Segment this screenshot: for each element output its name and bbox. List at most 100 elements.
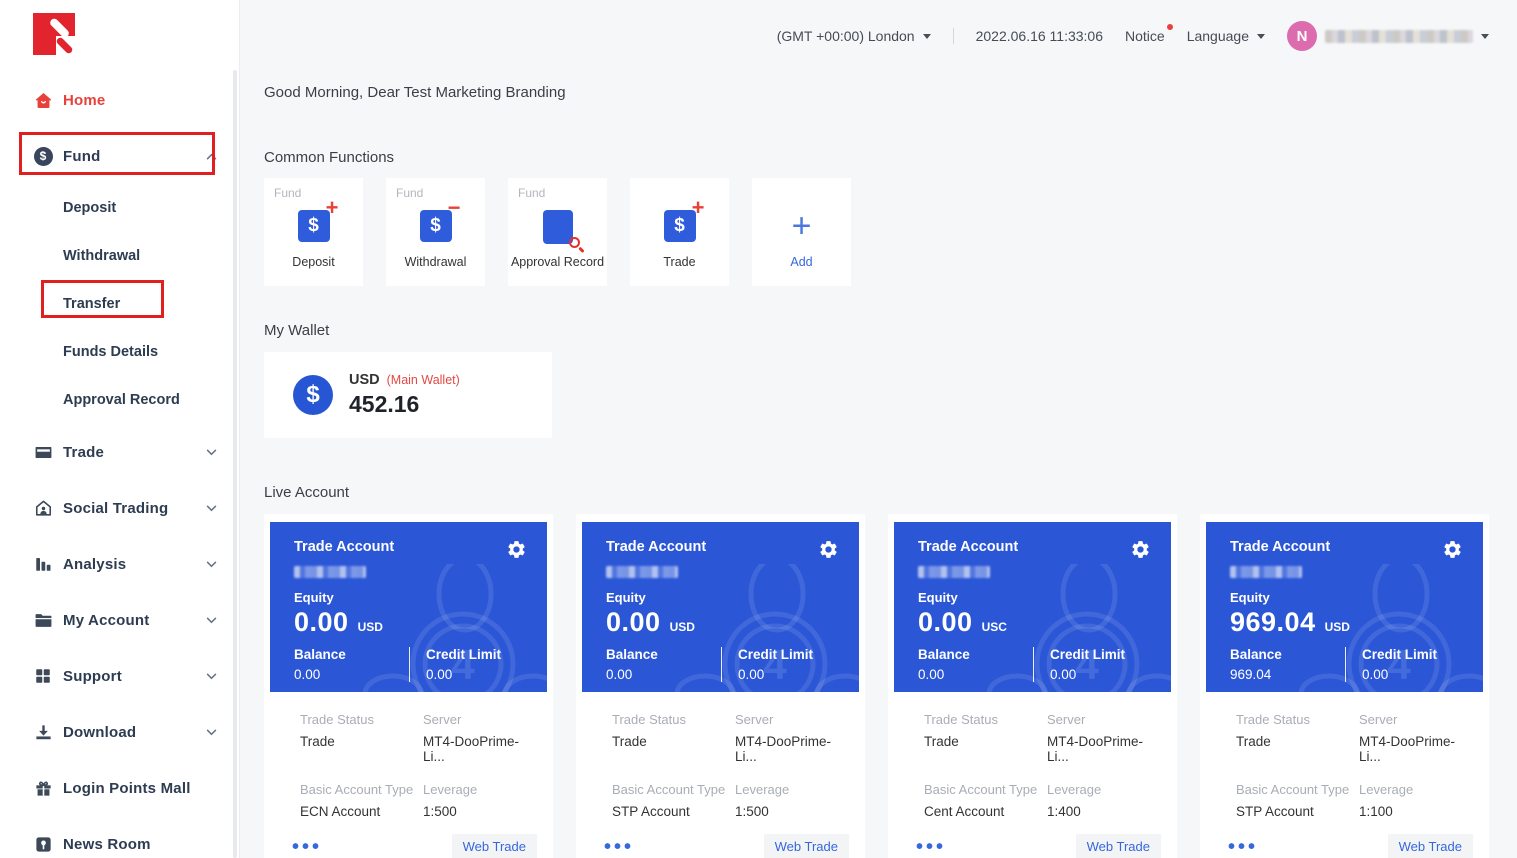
server-value: MT4-DooPrime-Li... — [735, 734, 849, 764]
leverage-value: 1:500 — [423, 804, 537, 819]
more-actions-icon[interactable]: ••• — [1228, 842, 1258, 852]
gear-icon[interactable] — [1442, 539, 1463, 560]
function-card-approval-record[interactable]: Fund Approval Record — [508, 178, 607, 286]
wallet-amount: 452.16 — [349, 391, 460, 418]
leverage-value: 1:500 — [735, 804, 849, 819]
news-room-icon — [33, 834, 53, 854]
balance-divider — [409, 647, 410, 682]
language-selector[interactable]: Language — [1187, 28, 1265, 44]
sidebar-item-approval-record[interactable]: Approval Record — [0, 376, 239, 424]
gear-icon[interactable] — [506, 539, 527, 560]
chevron-down-icon — [923, 34, 931, 39]
sidebar-item-transfer[interactable]: Transfer — [0, 280, 239, 328]
topbar: (GMT +00:00) London 2022.06.16 11:33:06 … — [240, 0, 1517, 72]
timezone-selector[interactable]: (GMT +00:00) London — [777, 28, 931, 44]
sidebar-item-label: News Room — [63, 836, 151, 853]
web-trade-button[interactable]: Web Trade — [1388, 834, 1473, 858]
leverage-label: Leverage — [1047, 782, 1161, 797]
trade-account-card: 4 Trade Account Equity 0.00 USD — [576, 514, 865, 858]
account-type-label: Basic Account Type — [1236, 782, 1359, 797]
gear-icon[interactable] — [818, 539, 839, 560]
gear-icon[interactable] — [1130, 539, 1151, 560]
web-trade-button[interactable]: Web Trade — [1076, 834, 1161, 858]
account-card-title: Trade Account — [918, 539, 1018, 555]
leverage-value: 1:100 — [1359, 804, 1473, 819]
sidebar-subitem-label: Transfer — [63, 296, 120, 312]
sidebar-item-support[interactable]: Support — [0, 648, 239, 704]
account-card-title: Trade Account — [606, 539, 706, 555]
web-trade-button[interactable]: Web Trade — [452, 834, 537, 858]
function-card-trade[interactable]: $+ Trade — [630, 178, 729, 286]
function-category: Fund — [518, 186, 545, 200]
trade-status-label: Trade Status — [924, 712, 1047, 727]
support-icon — [33, 666, 53, 686]
sidebar-item-analysis[interactable]: Analysis — [0, 536, 239, 592]
trade-status-value: Trade — [612, 734, 735, 749]
sidebar-item-news-room[interactable]: News Room — [0, 816, 239, 858]
more-actions-icon[interactable]: ••• — [916, 842, 946, 852]
trade-status-label: Trade Status — [300, 712, 423, 727]
account-type-value: Cent Account — [924, 804, 1047, 819]
sidebar: Home $ Fund Deposit Withdrawal Transfer … — [0, 0, 240, 858]
server-label: Server — [1359, 712, 1473, 727]
trade-status-value: Trade — [924, 734, 1047, 749]
deposit-icon: $+ — [298, 210, 330, 242]
balance-label: Balance — [918, 647, 1033, 662]
balance-divider — [1345, 647, 1346, 682]
sidebar-item-withdrawal[interactable]: Withdrawal — [0, 232, 239, 280]
page-body: Good Morning, Dear Test Marketing Brandi… — [240, 84, 1517, 858]
avatar: N — [1287, 21, 1317, 51]
add-icon: + — [792, 210, 812, 242]
datetime: 2022.06.16 11:33:06 — [976, 28, 1103, 44]
sidebar-item-deposit[interactable]: Deposit — [0, 184, 239, 232]
more-actions-icon[interactable]: ••• — [292, 842, 322, 852]
sidebar-item-home[interactable]: Home — [0, 72, 239, 128]
download-icon — [33, 722, 53, 742]
sidebar-scrollbar[interactable] — [233, 70, 237, 858]
sidebar-item-trade[interactable]: Trade — [0, 424, 239, 480]
function-card-deposit[interactable]: Fund $+ Deposit — [264, 178, 363, 286]
function-label: Trade — [630, 255, 729, 269]
trade-account-card: 4 Trade Account Equity 0.00 USD — [264, 514, 553, 858]
user-menu[interactable]: N — [1287, 21, 1489, 51]
more-actions-icon[interactable]: ••• — [604, 842, 634, 852]
account-card-title: Trade Account — [294, 539, 394, 555]
app-window: Home $ Fund Deposit Withdrawal Transfer … — [0, 0, 1517, 858]
language-label: Language — [1187, 28, 1249, 44]
credit-limit-label: Credit Limit — [1050, 647, 1165, 662]
credit-limit-value: 0.00 — [426, 667, 541, 682]
function-card-withdrawal[interactable]: Fund $− Withdrawal — [386, 178, 485, 286]
sidebar-item-my-account[interactable]: My Account — [0, 592, 239, 648]
server-value: MT4-DooPrime-Li... — [423, 734, 537, 764]
sidebar-item-login-points-mall[interactable]: Login Points Mall — [0, 760, 239, 816]
chevron-down-icon — [206, 443, 217, 461]
equity-value: 0.00 — [918, 607, 973, 638]
my-wallet-title: My Wallet — [264, 322, 1489, 339]
notice-button[interactable]: Notice — [1125, 28, 1165, 44]
function-label: Deposit — [264, 255, 363, 269]
sidebar-item-label: Download — [63, 724, 136, 741]
chevron-down-icon — [206, 723, 217, 741]
function-label: Withdrawal — [386, 255, 485, 269]
trade-account-card: 4 Trade Account Equity 0.00 USC — [888, 514, 1177, 858]
sidebar-item-fund[interactable]: $ Fund — [0, 128, 239, 184]
sidebar-item-funds-details[interactable]: Funds Details — [0, 328, 239, 376]
chevron-down-icon — [206, 499, 217, 517]
web-trade-button[interactable]: Web Trade — [764, 834, 849, 858]
trade-status-label: Trade Status — [612, 712, 735, 727]
credit-limit-value: 0.00 — [738, 667, 853, 682]
function-card-add[interactable]: + Add — [752, 178, 851, 286]
account-type-label: Basic Account Type — [612, 782, 735, 797]
balance-divider — [721, 647, 722, 682]
sidebar-item-download[interactable]: Download — [0, 704, 239, 760]
sidebar-item-label: Social Trading — [63, 500, 168, 517]
account-panel: 4 Trade Account Equity 0.00 USC — [894, 522, 1171, 692]
balance-value: 969.04 — [1230, 667, 1345, 682]
wallet-card[interactable]: $ USD (Main Wallet) 452.16 — [264, 352, 552, 438]
doo-prime-logo-icon[interactable] — [33, 13, 75, 55]
balance-divider — [1033, 647, 1034, 682]
wallet-main-tag: (Main Wallet) — [387, 373, 460, 387]
sidebar-item-social-trading[interactable]: Social Trading — [0, 480, 239, 536]
datetime-label: 2022.06.16 11:33:06 — [976, 28, 1103, 44]
chevron-down-icon — [206, 667, 217, 685]
